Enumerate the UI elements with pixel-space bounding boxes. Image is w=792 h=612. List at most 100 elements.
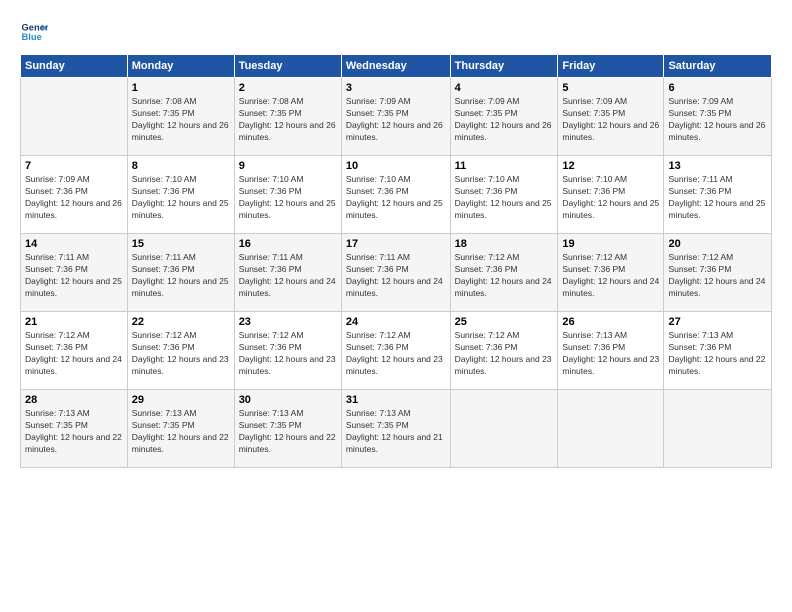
calendar-cell: 18 Sunrise: 7:12 AMSunset: 7:36 PMDaylig… [450,234,558,312]
day-info: Sunrise: 7:13 AMSunset: 7:35 PMDaylight:… [239,408,336,454]
calendar-cell: 27 Sunrise: 7:13 AMSunset: 7:36 PMDaylig… [664,312,772,390]
day-info: Sunrise: 7:12 AMSunset: 7:36 PMDaylight:… [346,330,443,376]
calendar-cell: 31 Sunrise: 7:13 AMSunset: 7:35 PMDaylig… [341,390,450,468]
calendar-cell: 11 Sunrise: 7:10 AMSunset: 7:36 PMDaylig… [450,156,558,234]
day-info: Sunrise: 7:12 AMSunset: 7:36 PMDaylight:… [455,330,552,376]
calendar-week-row: 21 Sunrise: 7:12 AMSunset: 7:36 PMDaylig… [21,312,772,390]
day-info: Sunrise: 7:11 AMSunset: 7:36 PMDaylight:… [239,252,336,298]
header-cell-monday: Monday [127,55,234,78]
day-number: 7 [25,160,123,172]
header-cell-wednesday: Wednesday [341,55,450,78]
calendar-cell: 24 Sunrise: 7:12 AMSunset: 7:36 PMDaylig… [341,312,450,390]
calendar-week-row: 1 Sunrise: 7:08 AMSunset: 7:35 PMDayligh… [21,78,772,156]
day-number: 3 [346,82,446,94]
svg-text:Blue: Blue [22,32,42,42]
calendar-cell [21,78,128,156]
calendar-body: 1 Sunrise: 7:08 AMSunset: 7:35 PMDayligh… [21,78,772,468]
day-number: 21 [25,316,123,328]
day-info: Sunrise: 7:13 AMSunset: 7:35 PMDaylight:… [25,408,122,454]
calendar-cell: 12 Sunrise: 7:10 AMSunset: 7:36 PMDaylig… [558,156,664,234]
calendar-header-row: SundayMondayTuesdayWednesdayThursdayFrid… [21,55,772,78]
calendar-cell: 22 Sunrise: 7:12 AMSunset: 7:36 PMDaylig… [127,312,234,390]
header-cell-tuesday: Tuesday [234,55,341,78]
day-number: 28 [25,394,123,406]
logo: General Blue [20,18,48,46]
calendar-cell: 15 Sunrise: 7:11 AMSunset: 7:36 PMDaylig… [127,234,234,312]
header-cell-sunday: Sunday [21,55,128,78]
day-number: 16 [239,238,337,250]
day-number: 26 [562,316,659,328]
day-info: Sunrise: 7:11 AMSunset: 7:36 PMDaylight:… [132,252,229,298]
day-number: 15 [132,238,230,250]
day-number: 22 [132,316,230,328]
day-number: 23 [239,316,337,328]
calendar-cell: 16 Sunrise: 7:11 AMSunset: 7:36 PMDaylig… [234,234,341,312]
calendar-cell: 13 Sunrise: 7:11 AMSunset: 7:36 PMDaylig… [664,156,772,234]
day-info: Sunrise: 7:12 AMSunset: 7:36 PMDaylight:… [455,252,552,298]
calendar-week-row: 14 Sunrise: 7:11 AMSunset: 7:36 PMDaylig… [21,234,772,312]
header-cell-friday: Friday [558,55,664,78]
day-number: 31 [346,394,446,406]
calendar-cell: 4 Sunrise: 7:09 AMSunset: 7:35 PMDayligh… [450,78,558,156]
calendar-cell: 3 Sunrise: 7:09 AMSunset: 7:35 PMDayligh… [341,78,450,156]
calendar-table: SundayMondayTuesdayWednesdayThursdayFrid… [20,54,772,468]
header-cell-thursday: Thursday [450,55,558,78]
calendar-cell [664,390,772,468]
day-number: 29 [132,394,230,406]
day-number: 5 [562,82,659,94]
day-info: Sunrise: 7:09 AMSunset: 7:35 PMDaylight:… [668,96,765,142]
day-info: Sunrise: 7:09 AMSunset: 7:35 PMDaylight:… [346,96,443,142]
day-number: 9 [239,160,337,172]
calendar-cell [450,390,558,468]
calendar-cell: 23 Sunrise: 7:12 AMSunset: 7:36 PMDaylig… [234,312,341,390]
day-info: Sunrise: 7:12 AMSunset: 7:36 PMDaylight:… [562,252,659,298]
day-info: Sunrise: 7:09 AMSunset: 7:36 PMDaylight:… [25,174,122,220]
day-number: 1 [132,82,230,94]
day-number: 19 [562,238,659,250]
header-cell-saturday: Saturday [664,55,772,78]
calendar-cell: 1 Sunrise: 7:08 AMSunset: 7:35 PMDayligh… [127,78,234,156]
day-info: Sunrise: 7:10 AMSunset: 7:36 PMDaylight:… [455,174,552,220]
day-info: Sunrise: 7:11 AMSunset: 7:36 PMDaylight:… [25,252,122,298]
day-number: 27 [668,316,767,328]
day-number: 6 [668,82,767,94]
day-info: Sunrise: 7:10 AMSunset: 7:36 PMDaylight:… [132,174,229,220]
calendar-week-row: 7 Sunrise: 7:09 AMSunset: 7:36 PMDayligh… [21,156,772,234]
day-number: 30 [239,394,337,406]
calendar-cell: 9 Sunrise: 7:10 AMSunset: 7:36 PMDayligh… [234,156,341,234]
day-number: 14 [25,238,123,250]
day-number: 24 [346,316,446,328]
calendar-cell: 2 Sunrise: 7:08 AMSunset: 7:35 PMDayligh… [234,78,341,156]
day-info: Sunrise: 7:13 AMSunset: 7:35 PMDaylight:… [346,408,443,454]
header: General Blue [20,18,772,46]
calendar-cell: 26 Sunrise: 7:13 AMSunset: 7:36 PMDaylig… [558,312,664,390]
day-info: Sunrise: 7:11 AMSunset: 7:36 PMDaylight:… [668,174,765,220]
day-info: Sunrise: 7:12 AMSunset: 7:36 PMDaylight:… [239,330,336,376]
day-info: Sunrise: 7:10 AMSunset: 7:36 PMDaylight:… [346,174,443,220]
day-number: 17 [346,238,446,250]
day-info: Sunrise: 7:13 AMSunset: 7:36 PMDaylight:… [668,330,765,376]
day-number: 25 [455,316,554,328]
day-number: 12 [562,160,659,172]
calendar-cell: 8 Sunrise: 7:10 AMSunset: 7:36 PMDayligh… [127,156,234,234]
calendar-week-row: 28 Sunrise: 7:13 AMSunset: 7:35 PMDaylig… [21,390,772,468]
day-number: 11 [455,160,554,172]
day-info: Sunrise: 7:09 AMSunset: 7:35 PMDaylight:… [562,96,659,142]
day-info: Sunrise: 7:13 AMSunset: 7:36 PMDaylight:… [562,330,659,376]
calendar-cell: 10 Sunrise: 7:10 AMSunset: 7:36 PMDaylig… [341,156,450,234]
day-info: Sunrise: 7:10 AMSunset: 7:36 PMDaylight:… [562,174,659,220]
day-number: 4 [455,82,554,94]
calendar-cell [558,390,664,468]
calendar-cell: 5 Sunrise: 7:09 AMSunset: 7:35 PMDayligh… [558,78,664,156]
calendar-cell: 30 Sunrise: 7:13 AMSunset: 7:35 PMDaylig… [234,390,341,468]
day-info: Sunrise: 7:10 AMSunset: 7:36 PMDaylight:… [239,174,336,220]
day-info: Sunrise: 7:11 AMSunset: 7:36 PMDaylight:… [346,252,443,298]
calendar-cell: 19 Sunrise: 7:12 AMSunset: 7:36 PMDaylig… [558,234,664,312]
day-info: Sunrise: 7:08 AMSunset: 7:35 PMDaylight:… [239,96,336,142]
day-info: Sunrise: 7:13 AMSunset: 7:35 PMDaylight:… [132,408,229,454]
calendar-cell: 20 Sunrise: 7:12 AMSunset: 7:36 PMDaylig… [664,234,772,312]
day-number: 18 [455,238,554,250]
day-info: Sunrise: 7:12 AMSunset: 7:36 PMDaylight:… [668,252,765,298]
day-info: Sunrise: 7:08 AMSunset: 7:35 PMDaylight:… [132,96,229,142]
logo-icon: General Blue [20,18,48,46]
